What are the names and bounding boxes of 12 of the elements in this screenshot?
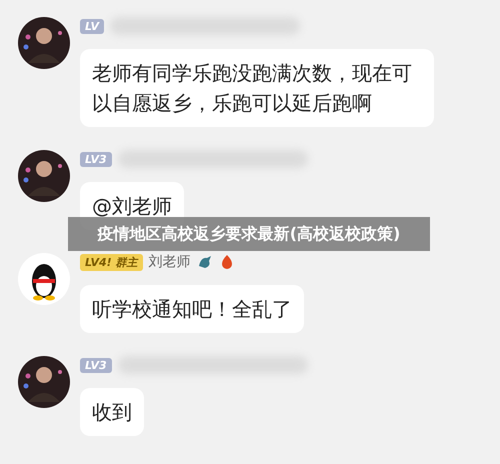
penguin-avatar xyxy=(18,253,70,305)
message-bubble: 收到 xyxy=(80,388,144,436)
person-avatar xyxy=(18,356,70,408)
level-badge: LV3 xyxy=(80,152,112,166)
level-badge: LV3 xyxy=(80,358,112,372)
sender-name: 刘老师 xyxy=(148,253,191,271)
person-avatar xyxy=(18,17,70,69)
level-badge: LV xyxy=(80,18,104,34)
level-badge: LV4! 群主 xyxy=(80,254,143,270)
message-bubble: 老师有同学乐跑没跑满次数，现在可以自愿返乡，乐跑可以延后跑啊 xyxy=(80,49,434,127)
person-avatar xyxy=(18,150,70,202)
message-bubble: 听学校通知吧！全乱了 xyxy=(80,285,304,333)
